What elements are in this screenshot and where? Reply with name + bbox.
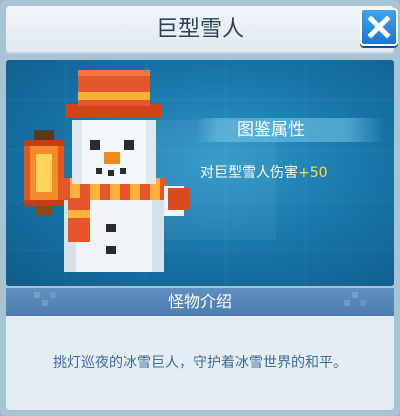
damage-stat: 对巨型雪人伤害+50 [200, 162, 328, 184]
close-icon [367, 15, 391, 39]
monster-description: 挑灯巡夜的冰雪巨人，守护着冰雪世界的和平。 [53, 355, 347, 371]
monster-showcase: 图鉴属性 对巨型雪人伤害+50 [6, 60, 394, 286]
header-right-deco-icon [344, 292, 366, 306]
attributes-banner: 图鉴属性 [196, 118, 384, 142]
monster-intro-heading: 怪物介绍 [167, 292, 232, 311]
close-button[interactable] [360, 8, 398, 46]
attributes-heading: 图鉴属性 [237, 120, 305, 140]
damage-stat-value: +50 [298, 165, 328, 181]
damage-stat-label: 对巨型雪人伤害 [200, 165, 298, 181]
monster-intro-header: 怪物介绍 [6, 288, 394, 316]
dialog-title: 巨型雪人 [155, 17, 244, 42]
monster-description-box: 挑灯巡夜的冰雪巨人，守护着冰雪世界的和平。 [6, 316, 394, 410]
monster-info-dialog: 巨型雪人 图鉴属性 对巨型雪人伤害+50 怪物介绍 挑灯巡夜的冰雪巨人，守护着冰… [0, 0, 400, 416]
title-bar: 巨型雪人 [6, 6, 394, 54]
giant-snowman-image [24, 70, 190, 272]
